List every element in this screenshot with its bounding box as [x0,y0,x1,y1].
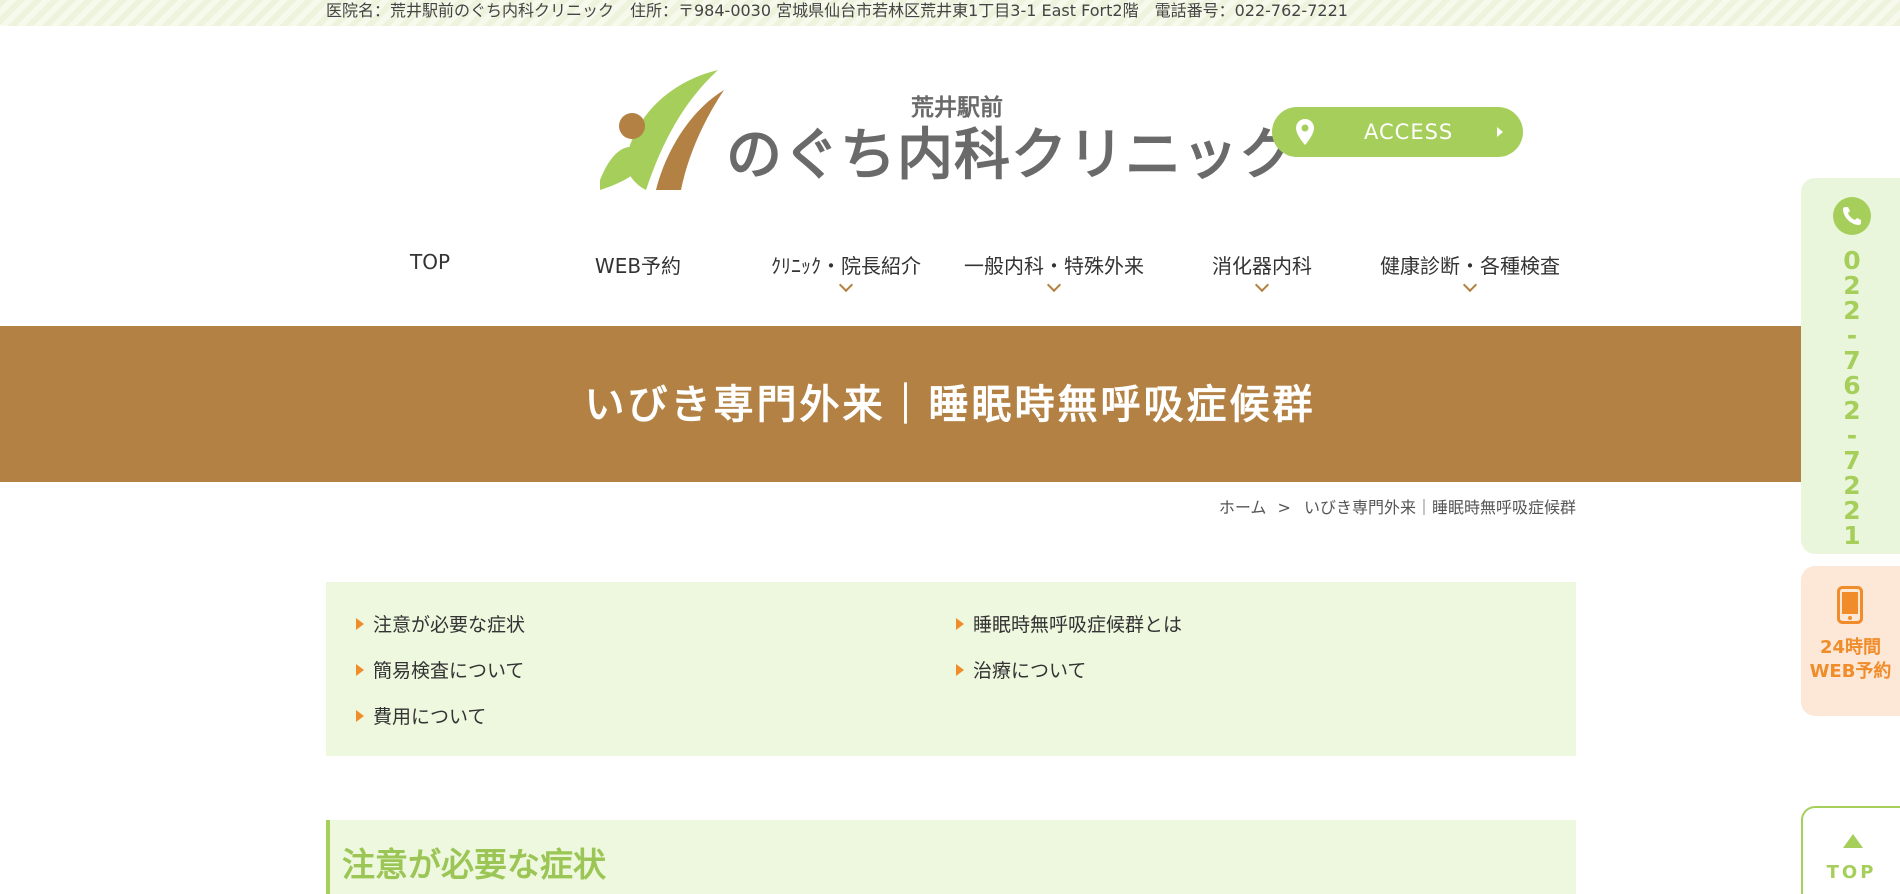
chevron-down-icon [1046,277,1062,293]
nav-item-clinic-intro[interactable]: ｸﾘﾆｯｸ・院長紹介 [742,250,950,296]
toc-link-label: 費用について [373,706,487,728]
phone-digit: 2 [1843,471,1861,500]
nav-item-label: 健康診断・各種検査 [1380,254,1560,278]
triangle-bullet-icon [956,664,964,676]
phone-digit: 7 [1843,446,1861,475]
page-title: いびき専門外来｜睡眠時無呼吸症候群 [584,382,1316,428]
phone-digit: - [1846,321,1858,350]
nav-item-top[interactable]: TOP [326,250,534,296]
side-web-reservation-button[interactable]: 24時間 WEB予約 [1801,566,1900,716]
nav-item-label: WEB予約 [594,254,682,278]
toc-link-treatment[interactable]: 治療について [956,656,1086,683]
toc-link-symptoms[interactable]: 注意が必要な症状 [356,610,525,637]
logo-title: のぐち内科クリニック [726,123,1296,188]
toc-link-label: 治療について [973,660,1087,682]
smartphone-icon [1837,586,1863,624]
clinic-logo[interactable]: 荒井駅前 のぐち内科クリニック [596,70,1295,196]
web-reservation-line2: WEB予約 [1809,661,1892,682]
phone-digit: 2 [1843,396,1861,425]
back-to-top-label: TOP [1826,862,1877,883]
chevron-down-icon [838,277,854,293]
triangle-bullet-icon [356,618,364,630]
section-heading: 注意が必要な症状 [342,845,606,884]
chevron-down-icon [1462,277,1478,293]
info-bar: 医院名：荒井駅前のぐち内科クリニック 住所：〒984-0030 宮城県仙台市若林… [0,0,1900,26]
phone-digit: 1 [1843,521,1861,550]
chevron-right-icon [1497,127,1503,137]
triangle-bullet-icon [356,710,364,722]
phone-digit: 6 [1843,371,1861,400]
triangle-bullet-icon [356,664,364,676]
section-heading-box: 注意が必要な症状 [326,820,1576,894]
toc-link-label: 注意が必要な症状 [373,614,526,636]
phone-digit: 2 [1843,496,1861,525]
access-button[interactable]: ACCESS [1272,107,1523,157]
nav-item-label: 一般内科・特殊外来 [964,254,1144,278]
chevron-down-icon [1254,277,1270,293]
access-button-label: ACCESS [1364,120,1454,144]
table-of-contents: 注意が必要な症状 睡眠時無呼吸症候群とは 簡易検査について 治療について 費用に… [326,582,1576,756]
phone-digit: 2 [1843,296,1861,325]
web-reservation-line1: 24時間 [1819,637,1882,658]
leaf-logo-icon [600,70,724,190]
web-reservation-label: 24時間 WEB予約 [1801,636,1900,684]
nav-item-general-medicine[interactable]: 一般内科・特殊外来 [950,250,1158,296]
toc-link-costs[interactable]: 費用について [356,702,486,729]
clinic-info-text: 医院名：荒井駅前のぐち内科クリニック 住所：〒984-0030 宮城県仙台市若林… [326,1,1348,20]
phone-digit: - [1846,421,1858,450]
page-hero: いびき専門外来｜睡眠時無呼吸症候群 [0,326,1900,482]
breadcrumb: ホーム > いびき専門外来｜睡眠時無呼吸症候群 [1219,494,1576,518]
toc-link-simple-test[interactable]: 簡易検査について [356,656,524,683]
nav-item-label: 消化器内科 [1212,254,1312,278]
toc-link-label: 睡眠時無呼吸症候群とは [973,614,1183,636]
nav-item-health-checkup[interactable]: 健康診断・各種検査 [1366,250,1574,296]
breadcrumb-home-link[interactable]: ホーム [1219,498,1267,517]
nav-item-web-reservation[interactable]: WEB予約 [534,250,742,296]
phone-number-vertical: 0 2 2 - 7 6 2 - 7 2 2 1 [1835,248,1869,548]
arrow-up-icon [1843,834,1863,848]
phone-digit: 0 [1843,246,1861,275]
breadcrumb-separator: > [1277,498,1291,517]
toc-link-label: 簡易検査について [373,660,525,682]
phone-digit: 2 [1843,271,1861,300]
nav-item-gastroenterology[interactable]: 消化器内科 [1158,250,1366,296]
toc-link-about-sas[interactable]: 睡眠時無呼吸症候群とは [956,610,1182,637]
back-to-top-button[interactable]: TOP [1801,806,1900,894]
nav-item-label: TOP [409,250,451,274]
triangle-bullet-icon [956,618,964,630]
global-nav: TOP WEB予約 ｸﾘﾆｯｸ・院長紹介 一般内科・特殊外来 消化器内科 健康診… [326,250,1576,293]
map-pin-icon [1296,119,1314,145]
phone-digit: 7 [1843,346,1861,375]
phone-icon [1833,197,1871,235]
nav-item-label: ｸﾘﾆｯｸ・院長紹介 [771,254,921,278]
side-phone-button[interactable]: 0 2 2 - 7 6 2 - 7 2 2 1 [1801,178,1900,554]
breadcrumb-current: いびき専門外来｜睡眠時無呼吸症候群 [1303,498,1576,517]
